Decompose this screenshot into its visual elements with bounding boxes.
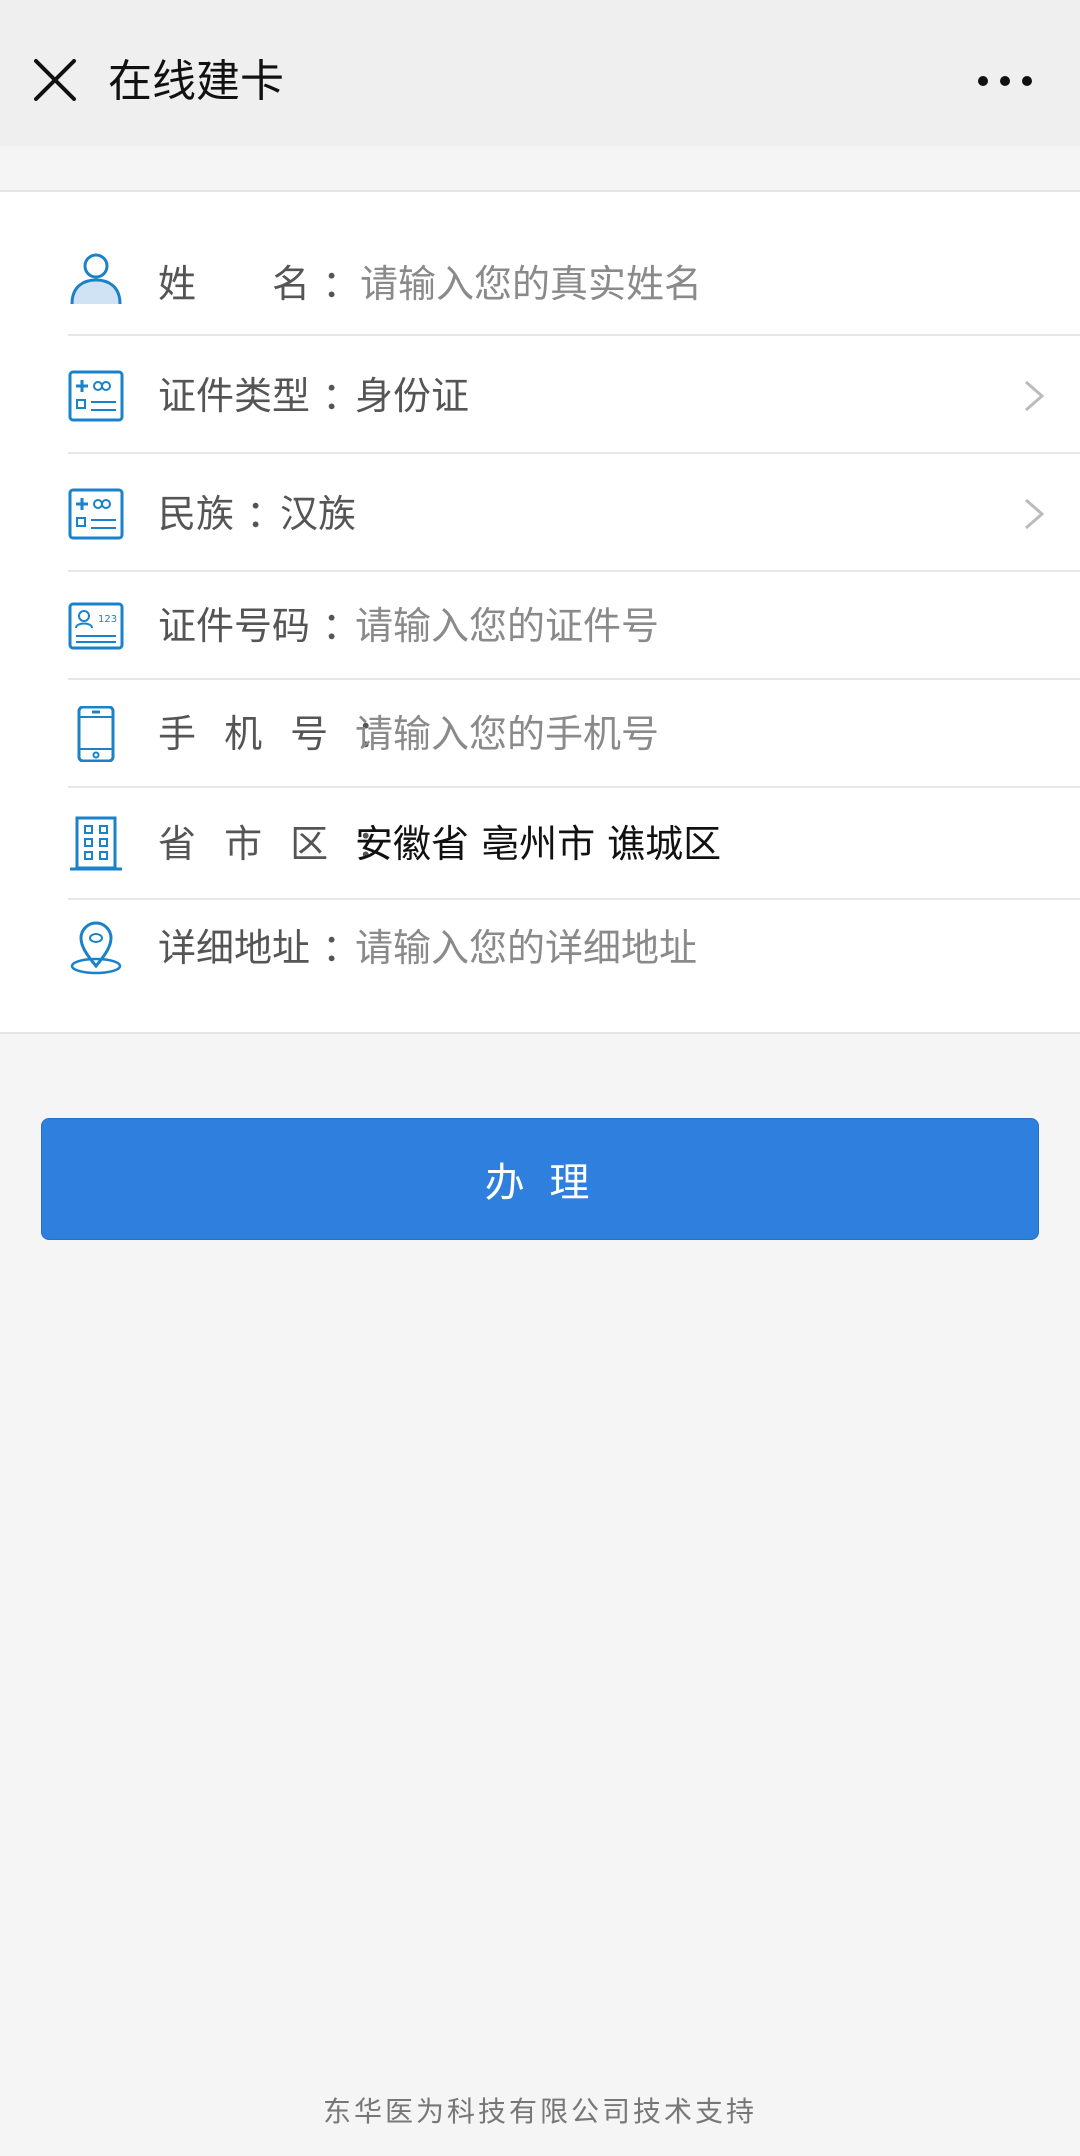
phone-icon — [77, 706, 115, 762]
id-type-field[interactable]: 证件类型 ： 身份证 — [0, 336, 1080, 454]
phone-input[interactable]: 请输入您的手机号 — [355, 706, 659, 762]
footer-credit: 东华医为科技有限公司技术支持 — [322, 2095, 757, 2128]
id-number-input[interactable]: 请输入您的证件号 — [355, 598, 659, 654]
id-number-icon: 123 — [68, 602, 124, 650]
field-label: 姓 名 ： — [158, 262, 361, 306]
title-bar: 在线建卡 — [0, 0, 1080, 146]
more-dots-icon[interactable] — [975, 66, 1035, 96]
name-field[interactable]: 姓 名 ： 请输入您的真实姓名 — [0, 230, 1080, 336]
page-title: 在线建卡 — [108, 56, 284, 107]
region-field[interactable]: 省 市 区 ： 安徽省 亳州市 谯城区 — [0, 788, 1080, 900]
address-field[interactable]: 详细地址 ： 请输入您的详细地址 — [0, 900, 1080, 1006]
phone-field[interactable]: 手 机 号 ： 请输入您的手机号 — [0, 680, 1080, 788]
ethnicity-field[interactable]: 民族 ： 汉族 — [0, 454, 1080, 572]
field-label: 民族 ： — [158, 492, 285, 536]
building-icon — [70, 816, 122, 871]
svg-text:123: 123 — [98, 614, 117, 625]
field-label: 证件类型 ： — [158, 374, 361, 418]
id-card-icon — [68, 370, 124, 422]
address-input[interactable]: 请输入您的详细地址 — [355, 920, 697, 976]
registration-form: 姓 名 ： 请输入您的真实姓名 证件类型 ： 身份证 民族 ： 汉族 123 证… — [0, 190, 1080, 1034]
id-type-select[interactable]: 身份证 — [355, 368, 469, 424]
id-number-field[interactable]: 123 证件号码 ： 请输入您的证件号 — [0, 572, 1080, 680]
chevron-right-icon — [1025, 498, 1045, 530]
field-label: 证件号码 ： — [158, 604, 361, 648]
close-icon[interactable] — [30, 55, 80, 105]
chevron-right-icon — [1025, 380, 1045, 412]
person-icon — [70, 253, 122, 305]
location-pin-icon — [70, 921, 122, 975]
name-input[interactable]: 请输入您的真实姓名 — [360, 256, 702, 312]
id-card-icon — [68, 488, 124, 540]
region-select[interactable]: 安徽省 亳州市 谯城区 — [355, 816, 721, 872]
field-label: 详细地址 ： — [158, 926, 361, 970]
submit-button[interactable]: 办 理 — [41, 1118, 1039, 1240]
ethnicity-select[interactable]: 汉族 — [280, 486, 356, 542]
